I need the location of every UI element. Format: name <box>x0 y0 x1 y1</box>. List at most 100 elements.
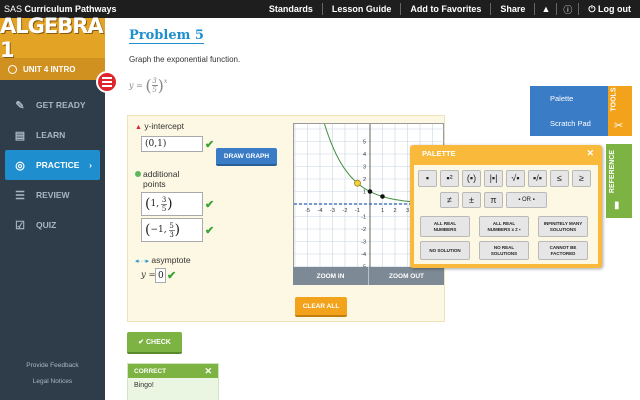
y-tick-label: -3 <box>361 240 366 246</box>
palette-key-pi[interactable]: π <box>484 192 503 208</box>
palette-key-plus-minus[interactable]: ± <box>462 192 481 208</box>
legal-notices-link[interactable]: Legal Notices <box>0 374 105 390</box>
sidebar-item-review[interactable]: ☰ REVIEW <box>0 180 105 210</box>
additional-label-2: points <box>143 179 166 189</box>
palette-key-less-equal[interactable]: ≤ <box>550 170 569 187</box>
palette-key-infinitely-many[interactable]: INFINITELY MANY SOLUTIONS <box>538 216 588 237</box>
palette-key-cannot-be-factored[interactable]: CANNOT BE FACTORED <box>538 241 588 260</box>
sidebar-item-get-ready[interactable]: ✎ GET READY <box>0 90 105 120</box>
share-link[interactable]: Share <box>491 4 534 14</box>
hamburger-menu-button[interactable] <box>96 71 118 93</box>
target-icon: ◎ <box>15 159 25 172</box>
sidebar-item-practice[interactable]: ◎ PRACTICE › <box>5 150 100 180</box>
palette-key-all-real-except[interactable]: ALL REAL NUMBERS x ≠ ▪ <box>479 216 529 237</box>
brand-prefix: SAS <box>4 4 23 14</box>
palette-key-square-root[interactable]: √▪ <box>506 170 525 187</box>
sidebar-nav: ✎ GET READY ▤ LEARN ◎ PRACTICE › ☰ REVIE… <box>0 90 105 240</box>
menu-bar <box>102 81 112 83</box>
palette-key-box[interactable]: ▪ <box>418 170 437 187</box>
sidebar-item-learn[interactable]: ▤ LEARN <box>0 120 105 150</box>
x-tick-label: -4 <box>318 208 323 214</box>
palette-key-or[interactable]: ▪ OR ▪ <box>506 192 547 208</box>
double-arrow-icon: ◂···▸ <box>135 258 150 265</box>
info-icon[interactable]: ⓘ <box>557 3 578 16</box>
brand-name: Curriculum Pathways <box>24 4 117 14</box>
asymptote-input[interactable]: 0 <box>155 268 166 283</box>
scratch-pad-menu-item[interactable]: Scratch Pad <box>530 111 608 136</box>
equation-den: 5 <box>152 86 157 94</box>
list-icon: ☰ <box>15 189 25 202</box>
y-tick-label: 3 <box>363 165 366 171</box>
x-tick-label: -3 <box>330 208 335 214</box>
checkbox-icon: ☑ <box>15 219 25 232</box>
check-icon: ✔ <box>205 199 215 211</box>
palette-menu-item[interactable]: Palette <box>530 86 608 111</box>
close-icon[interactable]: ✕ <box>586 148 594 159</box>
palette-key-no-real-solutions[interactable]: NO REAL SOLUTIONS <box>479 241 529 260</box>
standards-link[interactable]: Standards <box>260 4 322 14</box>
sidebar-item-label: REVIEW <box>36 190 70 200</box>
sidebar-item-quiz[interactable]: ☑ QUIZ <box>0 210 105 240</box>
point2-den: 3 <box>169 230 174 239</box>
sidebar-item-label: PRACTICE <box>36 160 80 170</box>
course-logo: ALGEBRA 1 <box>0 14 105 62</box>
check-label: CHECK <box>145 338 171 346</box>
tools-panel: Palette Scratch Pad <box>530 86 608 136</box>
yint-input[interactable]: (0,1) <box>141 136 203 152</box>
palette-body: ▪ ▪² (▪) |▪| √▪ ▪/▪ ≤ ≥ ≠ ± π ▪ OR ▪ ALL… <box>414 165 598 264</box>
reference-tab-label: REFERENCE <box>609 149 617 194</box>
tools-tab[interactable]: TOOLS ✂ <box>608 86 632 136</box>
palette-key-no-solution[interactable]: NO SOLUTION <box>420 241 470 260</box>
draw-graph-button[interactable]: DRAW GRAPH <box>216 148 277 166</box>
clear-all-button[interactable]: CLEAR ALL <box>295 297 347 317</box>
x-tick-labels: -5-4-3-2-11234 <box>305 208 421 214</box>
palette-key-all-real-numbers[interactable]: ALL REAL NUMBERS <box>420 216 470 237</box>
lesson-guide-link[interactable]: Lesson Guide <box>323 4 401 14</box>
graph-point[interactable] <box>380 194 385 199</box>
x-tick-label: -2 <box>343 208 348 214</box>
x-tick-label: -1 <box>355 208 360 214</box>
feedback-box: CORRECT ✕ Bingo! <box>127 363 219 400</box>
additional-points-label: additional points <box>135 169 179 189</box>
palette-key-greater-equal[interactable]: ≥ <box>572 170 591 187</box>
yint-label-text: y-intercept <box>144 121 184 131</box>
book-icon: ▮ <box>614 200 620 211</box>
point1-input[interactable]: ( 1, 35 ) <box>141 192 203 216</box>
close-icon[interactable]: ✕ <box>204 366 212 377</box>
reference-tab[interactable]: REFERENCE ▮ <box>606 144 632 218</box>
y-tick-label: -1 <box>361 215 366 221</box>
zoom-out-button[interactable]: ZOOM OUT <box>369 267 444 285</box>
add-to-favorites-link[interactable]: Add to Favorites <box>401 4 490 14</box>
palette-key-exponent[interactable]: ▪² <box>440 170 459 187</box>
graph-point[interactable] <box>367 189 373 194</box>
palette-key-parentheses[interactable]: (▪) <box>462 170 481 187</box>
wrench-icon: ✂ <box>614 120 624 132</box>
x-tick-label: 1 <box>381 208 384 214</box>
palette-key-absolute-value[interactable]: |▪| <box>484 170 503 187</box>
sidebar: ALGEBRA 1 UNIT 4 INTRO ✎ GET READY ▤ LEA… <box>0 14 105 400</box>
provide-feedback-link[interactable]: Provide Feedback <box>0 358 105 374</box>
palette-key-fraction[interactable]: ▪/▪ <box>528 170 547 187</box>
check-button[interactable]: ✔ CHECK <box>127 332 182 354</box>
point2-num: 5 <box>169 221 174 230</box>
logout-link[interactable]: ⏻ Log out <box>579 4 640 15</box>
warning-icon[interactable]: ▲ <box>535 4 556 14</box>
checkmark-icon: ✔ <box>138 339 146 346</box>
unit-icon <box>8 64 17 74</box>
feedback-header: CORRECT ✕ <box>128 364 218 378</box>
sidebar-item-label: QUIZ <box>36 220 57 230</box>
point2-x: −1, <box>150 225 167 235</box>
equation-exponent: x <box>163 78 168 85</box>
zoom-in-button[interactable]: ZOOM IN <box>293 267 369 285</box>
problem-title: Problem 5 <box>129 28 204 44</box>
pencil-icon: ✎ <box>15 99 25 112</box>
check-icon: ✔ <box>205 139 215 151</box>
sidebar-footer: Provide Feedback Legal Notices <box>0 358 105 390</box>
check-icon: ✔ <box>205 225 215 237</box>
zoom-bar: ZOOM IN ZOOM OUT <box>293 267 444 285</box>
palette-key-not-equal[interactable]: ≠ <box>440 192 459 208</box>
graph-point[interactable] <box>354 179 361 187</box>
point2-input[interactable]: ( −1, 53 ) <box>141 218 203 242</box>
sidebar-item-label: LEARN <box>36 130 66 140</box>
unit-text: UNIT 4 INTRO <box>23 64 76 74</box>
